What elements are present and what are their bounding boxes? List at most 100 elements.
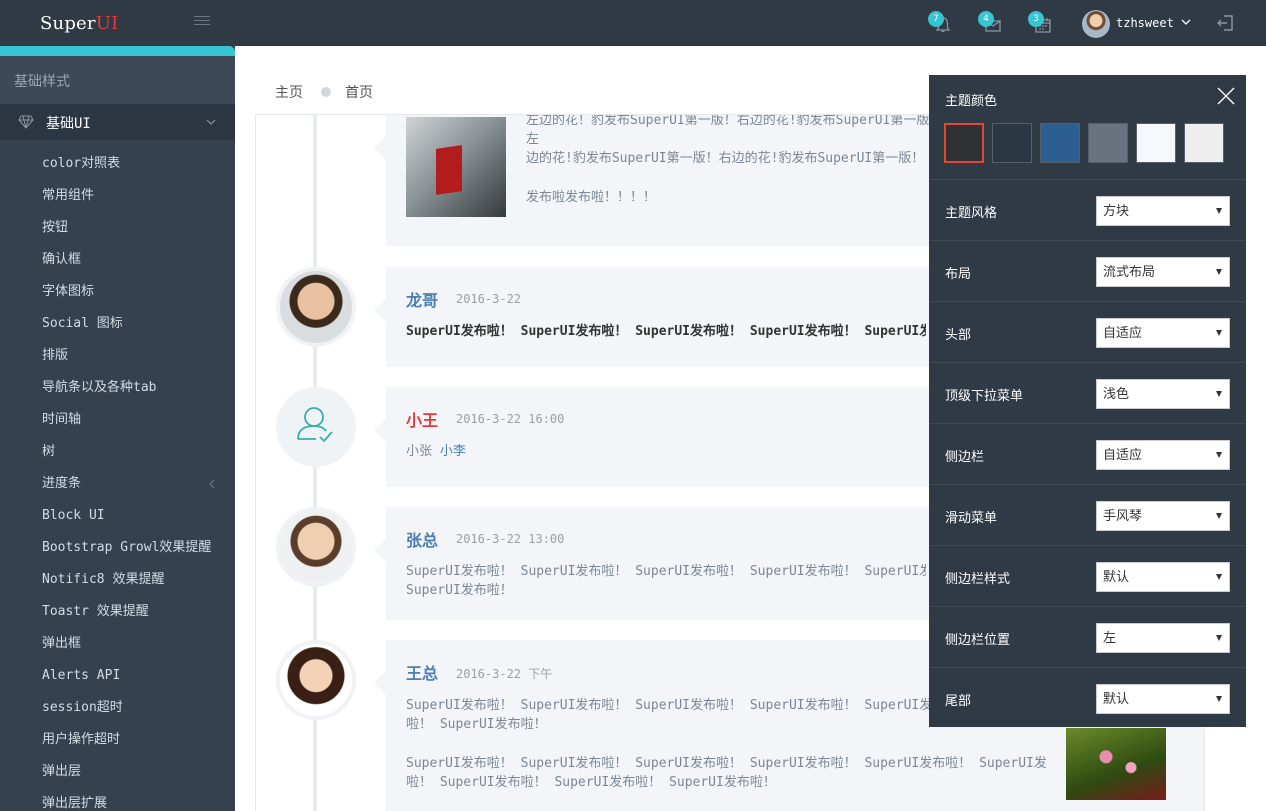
user-avatar bbox=[1082, 10, 1110, 38]
sidebar-item-font-icons[interactable]: 字体图标 bbox=[0, 276, 235, 308]
timeline-date: 2016-3-22 bbox=[456, 292, 522, 306]
timeline-text: 左边的花！豹发布SuperUI第一版！右边的花!豹发布SuperUI第一版！左 … bbox=[526, 115, 946, 207]
dropdown-arrow-icon bbox=[1216, 696, 1222, 702]
theme-settings-panel: 主题颜色 主题风格 方块 布局 流式布局 头部 自适应 顶级下拉菜单 浅色 侧边… bbox=[929, 75, 1246, 727]
sidebar-item-label: Bootstrap Growl效果提醒 bbox=[42, 540, 212, 555]
timeline-text-line: SuperUI发布啦！ bbox=[406, 583, 513, 598]
timeline-text-line: SuperUI发布啦！ SuperUI发布啦！ SuperUI发布啦！ Supe… bbox=[406, 564, 926, 579]
sidebar-item-buttons[interactable]: 按钮 bbox=[0, 212, 235, 244]
sidebar-item-label: Social 图标 bbox=[42, 316, 123, 331]
theme-swatch[interactable] bbox=[1184, 123, 1224, 163]
logout-icon[interactable] bbox=[1215, 13, 1235, 33]
brand-logo[interactable]: SuperUI bbox=[40, 13, 118, 34]
sidebar-item-label: Toastr 效果提醒 bbox=[42, 604, 149, 619]
chevron-left-icon bbox=[209, 479, 215, 489]
diamond-icon bbox=[18, 115, 34, 129]
theme-swatch[interactable] bbox=[1040, 123, 1080, 163]
setting-row-slide-menu: 滑动菜单 手风琴 bbox=[929, 484, 1246, 545]
dropdown-arrow-icon bbox=[1216, 269, 1222, 275]
avatar bbox=[276, 387, 356, 467]
sidebar: 基础样式 基础UI color对照表 常用组件 按钮 确认框 字体图标 Soci… bbox=[0, 46, 235, 811]
sidebar-item-popover[interactable]: 弹出框 bbox=[0, 628, 235, 660]
timeline-author[interactable]: 王总 bbox=[406, 660, 438, 684]
sidebar-item-navbar-tabs[interactable]: 导航条以及各种tab bbox=[0, 372, 235, 404]
setting-select[interactable]: 默认 bbox=[1096, 684, 1230, 714]
timeline-text: SuperUI发布啦！ SuperUI发布啦！ SuperUI发布啦！ Supe… bbox=[406, 324, 926, 339]
setting-select[interactable]: 自适应 bbox=[1096, 440, 1230, 470]
theme-swatch[interactable] bbox=[1088, 123, 1128, 163]
sidebar-item-confirm[interactable]: 确认框 bbox=[0, 244, 235, 276]
sidebar-item-components[interactable]: 常用组件 bbox=[0, 180, 235, 212]
setting-select[interactable]: 浅色 bbox=[1096, 379, 1230, 409]
setting-row-theme-style: 主题风格 方块 bbox=[929, 179, 1246, 240]
sidebar-item-modal-extended[interactable]: 弹出层扩展 bbox=[0, 788, 235, 811]
sidebar-item-label: 弹出层 bbox=[42, 764, 82, 779]
sidebar-item-social-icons[interactable]: Social 图标 bbox=[0, 308, 235, 340]
sidebar-item-notific8[interactable]: Notific8 效果提醒 bbox=[0, 564, 235, 596]
inbox-button[interactable]: 4 bbox=[978, 11, 1006, 36]
sidebar-item-toastr[interactable]: Toastr 效果提醒 bbox=[0, 596, 235, 628]
setting-select[interactable]: 手风琴 bbox=[1096, 501, 1230, 531]
sidebar-group-basic-ui[interactable]: 基础UI bbox=[0, 104, 235, 140]
calendar-button[interactable]: 3 bbox=[1028, 11, 1056, 36]
setting-select[interactable]: 自适应 bbox=[1096, 318, 1230, 348]
timeline-mention-link[interactable]: 小李 bbox=[440, 444, 466, 459]
dropdown-arrow-icon bbox=[1216, 513, 1222, 519]
sidebar-item-block-ui[interactable]: Block UI bbox=[0, 500, 235, 532]
setting-select[interactable]: 方块 bbox=[1096, 196, 1230, 226]
inbox-count-badge: 4 bbox=[978, 11, 994, 27]
sidebar-item-color[interactable]: color对照表 bbox=[0, 148, 235, 180]
timeline-author[interactable]: 小王 bbox=[406, 407, 438, 431]
close-icon[interactable] bbox=[1216, 86, 1236, 106]
top-header: SuperUI 7 4 3 tzhsweet bbox=[0, 0, 1266, 46]
timeline-photo bbox=[406, 117, 506, 217]
sidebar-item-timeline[interactable]: 时间轴 bbox=[0, 404, 235, 436]
sidebar-item-label: Block UI bbox=[42, 508, 105, 523]
sidebar-group-label: 基础UI bbox=[46, 116, 91, 132]
notification-bell-button[interactable]: 7 bbox=[928, 11, 956, 36]
breadcrumb-home-link[interactable]: 主页 bbox=[275, 85, 303, 101]
timeline-text-plain: 小张 bbox=[406, 444, 433, 459]
setting-select[interactable]: 流式布局 bbox=[1096, 257, 1230, 287]
setting-label: 布局 bbox=[945, 267, 972, 282]
menu-toggle-icon[interactable] bbox=[194, 16, 210, 29]
sidebar-item-typography[interactable]: 排版 bbox=[0, 340, 235, 372]
setting-select-value: 默认 bbox=[1103, 692, 1130, 707]
theme-swatch[interactable] bbox=[992, 123, 1032, 163]
sidebar-item-label: 弹出框 bbox=[42, 636, 82, 651]
sidebar-item-label: 进度条 bbox=[42, 476, 82, 491]
setting-label: 尾部 bbox=[945, 694, 972, 709]
theme-swatch[interactable] bbox=[944, 123, 984, 163]
sidebar-item-label: 排版 bbox=[42, 348, 69, 363]
sidebar-item-alerts-api[interactable]: Alerts API bbox=[0, 660, 235, 692]
timeline-photo bbox=[1066, 728, 1166, 800]
setting-label: 侧边栏位置 bbox=[945, 633, 1011, 648]
avatar bbox=[276, 507, 356, 587]
setting-row-sidebar-position: 侧边栏位置 左 bbox=[929, 606, 1246, 667]
avatar bbox=[276, 267, 356, 347]
dropdown-arrow-icon bbox=[1216, 452, 1222, 458]
setting-row-header: 头部 自适应 bbox=[929, 301, 1246, 362]
sidebar-item-idle-timeout[interactable]: 用户操作超时 bbox=[0, 724, 235, 756]
setting-select-value: 自适应 bbox=[1103, 448, 1143, 463]
theme-swatch[interactable] bbox=[1136, 123, 1176, 163]
sidebar-item-progress[interactable]: 进度条 bbox=[0, 468, 235, 500]
sidebar-item-label: color对照表 bbox=[42, 156, 121, 171]
notification-count-badge: 7 bbox=[928, 11, 944, 27]
timeline-text-line: SuperUI发布啦！ SuperUI发布啦！ SuperUI发布啦！ Supe… bbox=[406, 756, 1046, 771]
sidebar-item-tree[interactable]: 树 bbox=[0, 436, 235, 468]
calendar-count-badge: 3 bbox=[1028, 11, 1044, 27]
sidebar-item-session-timeout[interactable]: session超时 bbox=[0, 692, 235, 724]
setting-select[interactable]: 左 bbox=[1096, 623, 1230, 653]
timeline-author[interactable]: 龙哥 bbox=[406, 287, 438, 311]
timeline-author[interactable]: 张总 bbox=[406, 527, 438, 551]
setting-select[interactable]: 默认 bbox=[1096, 562, 1230, 592]
sidebar-section-title: 基础样式 bbox=[0, 56, 235, 104]
setting-row-layout: 布局 流式布局 bbox=[929, 240, 1246, 301]
sidebar-item-growl[interactable]: Bootstrap Growl效果提醒 bbox=[0, 532, 235, 564]
setting-label: 主题风格 bbox=[945, 206, 998, 221]
username: tzhsweet bbox=[1116, 16, 1174, 30]
setting-select-value: 默认 bbox=[1103, 570, 1130, 585]
setting-select-value: 浅色 bbox=[1103, 387, 1130, 402]
sidebar-item-modal[interactable]: 弹出层 bbox=[0, 756, 235, 788]
